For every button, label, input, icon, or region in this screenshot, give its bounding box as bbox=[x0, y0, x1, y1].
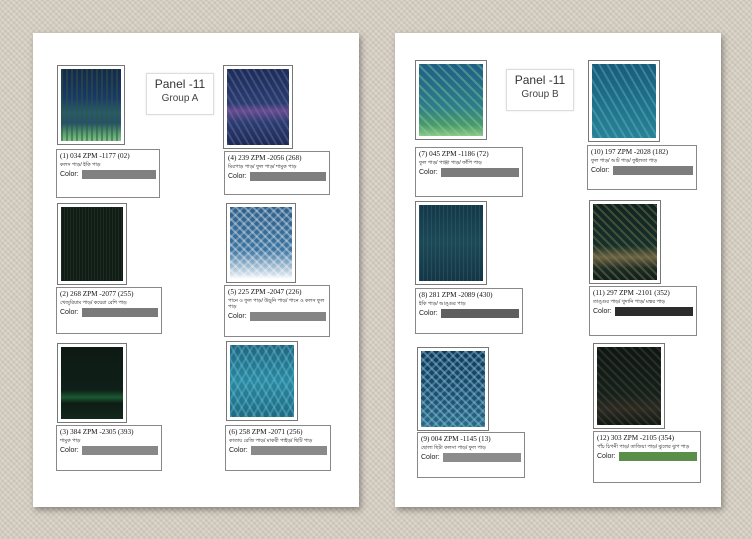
item-code: (8) 281 ZPM -2089 (430) bbox=[419, 291, 493, 299]
item-description: মিরপাড় পাড়/ ফুল পাড়/ শামুক পাড় bbox=[228, 164, 297, 170]
fabric-swatch-7 bbox=[415, 60, 487, 140]
item-card-10: (10) 197 ZPM -2028 (182) ফুল পাড়/ আট পা… bbox=[587, 145, 697, 190]
item-code: (9) 004 ZPM -1145 (13) bbox=[421, 435, 491, 443]
color-label: Color: bbox=[421, 454, 440, 461]
color-label: Color: bbox=[60, 171, 79, 178]
panel-title: Panel -11 bbox=[514, 73, 566, 87]
panel-title-box: Panel -11 Group B bbox=[506, 69, 574, 111]
color-bar bbox=[249, 172, 326, 181]
item-card-5: (5) 225 ZPM -2047 (226) পানে ও ফুল পাড়/… bbox=[224, 285, 330, 337]
item-code: (11) 297 ZPM -2101 (352) bbox=[593, 289, 670, 297]
fabric-swatch-3 bbox=[57, 343, 127, 423]
item-card-3: (3) 384 ZPM -2305 (393) শামুক পাড় Color… bbox=[56, 425, 162, 471]
item-description: কাতায় রেজি পাড়/ মাকরী পাইড়/ ছিটি পাড় bbox=[229, 438, 313, 444]
item-code: (1) 034 ZPM -1177 (02) bbox=[60, 152, 130, 160]
item-description: পানে ও ফুল পাড়/ উড়ুনি পাড়/ পানে ও কলস… bbox=[228, 298, 325, 310]
item-description: তাঙ্গুর পাড়/ খুদানি পাড়/ মস্কর পাড় bbox=[593, 299, 665, 305]
fabric-swatch-4 bbox=[223, 65, 293, 149]
group-label: Group B bbox=[521, 89, 559, 100]
item-description: শামুক পাড় bbox=[60, 438, 81, 444]
fabric-swatch-6 bbox=[226, 341, 298, 421]
color-bar bbox=[81, 170, 156, 179]
item-code: (3) 384 ZPM -2305 (393) bbox=[60, 428, 134, 436]
color-label: Color: bbox=[593, 308, 612, 315]
color-bar bbox=[249, 312, 326, 321]
item-card-2: (2) 268 ZPM -2077 (255) খেজুরিয়াম পাড়/… bbox=[56, 287, 162, 334]
color-label: Color: bbox=[597, 453, 616, 460]
color-bar bbox=[442, 453, 521, 462]
item-description: ফুল পাড়/ পাঞ্জা পাড়/ ফাঁপি পাড় bbox=[419, 160, 482, 166]
color-label: Color: bbox=[591, 167, 610, 174]
item-card-11: (11) 297 ZPM -2101 (352) তাঙ্গুর পাড়/ খ… bbox=[589, 286, 697, 336]
color-bar bbox=[612, 166, 693, 175]
fabric-swatch-1 bbox=[57, 65, 125, 145]
color-bar bbox=[618, 452, 697, 461]
color-label: Color: bbox=[419, 169, 438, 176]
item-card-7: (7) 045 ZPM -1186 (72) ফুল পাড়/ পাঞ্জা … bbox=[415, 147, 523, 197]
color-label: Color: bbox=[60, 309, 79, 316]
item-code: (7) 045 ZPM -1186 (72) bbox=[419, 150, 489, 158]
item-card-8: (8) 281 ZPM -2089 (430) ইকি পাড়/ আঙ্গুর… bbox=[415, 288, 523, 334]
color-label: Color: bbox=[228, 173, 247, 180]
item-code: (10) 197 ZPM -2028 (182) bbox=[591, 148, 669, 156]
item-card-12: (12) 303 ZPM -2105 (354) পাঁচ চিপনী পাড়… bbox=[593, 431, 701, 483]
item-card-4: (4) 239 ZPM -2056 (268) মিরপাড় পাড়/ ফু… bbox=[224, 151, 330, 195]
color-label: Color: bbox=[228, 313, 247, 320]
color-bar bbox=[440, 168, 519, 177]
panel-title: Panel -11 bbox=[154, 77, 206, 91]
item-description: ইকি পাড়/ আঙ্গুর পাড় bbox=[419, 301, 466, 307]
color-bar bbox=[440, 309, 519, 318]
fabric-swatch-8 bbox=[415, 201, 487, 285]
item-code: (4) 239 ZPM -2056 (268) bbox=[228, 154, 302, 162]
item-card-9: (9) 004 ZPM -1145 (13) ছোলা ছিটা কলসা পা… bbox=[417, 432, 525, 478]
document-page-group-a: Panel -11 Group A (1) 034 ZPM -1177 (02)… bbox=[33, 33, 359, 507]
fabric-swatch-9 bbox=[417, 347, 489, 431]
color-label: Color: bbox=[229, 447, 248, 454]
color-bar bbox=[614, 307, 693, 316]
item-description: কলস পাড়/ ইকি পাড় bbox=[60, 162, 101, 168]
item-code: (5) 225 ZPM -2047 (226) bbox=[228, 288, 302, 296]
item-code: (2) 268 ZPM -2077 (255) bbox=[60, 290, 134, 298]
color-bar bbox=[81, 308, 158, 317]
item-description: খেজুরিয়াম পাড়/ কয়েরা রেশি পাড় bbox=[60, 300, 127, 306]
fabric-swatch-10 bbox=[588, 60, 660, 142]
panel-title-box: Panel -11 Group A bbox=[146, 73, 214, 115]
fabric-swatch-2 bbox=[57, 203, 127, 285]
item-code: (12) 303 ZPM -2105 (354) bbox=[597, 434, 675, 442]
document-page-group-b: Panel -11 Group B (7) 045 ZPM -1186 (72)… bbox=[395, 33, 721, 507]
fabric-swatch-12 bbox=[593, 343, 665, 429]
item-description: পাঁচ চিপনী পাড়/ তাজিয়া পাড়/ ঝুলের ঝুপ… bbox=[597, 444, 690, 450]
color-bar bbox=[250, 446, 327, 455]
color-label: Color: bbox=[419, 310, 438, 317]
item-description: ছোলা ছিটা কলসা পাড়/ ফুল পাড় bbox=[421, 445, 486, 451]
group-label: Group A bbox=[161, 93, 199, 104]
item-code: (6) 258 ZPM -2071 (256) bbox=[229, 428, 303, 436]
color-bar bbox=[81, 446, 158, 455]
item-card-1: (1) 034 ZPM -1177 (02) কলস পাড়/ ইকি পাড… bbox=[56, 149, 160, 198]
color-label: Color: bbox=[60, 447, 79, 454]
item-card-6: (6) 258 ZPM -2071 (256) কাতায় রেজি পাড়… bbox=[225, 425, 331, 471]
fabric-swatch-5 bbox=[226, 203, 296, 283]
item-description: ফুল পাড়/ আট পাড়/ ফুইলতা পাড় bbox=[591, 158, 658, 164]
fabric-swatch-11 bbox=[589, 200, 661, 284]
